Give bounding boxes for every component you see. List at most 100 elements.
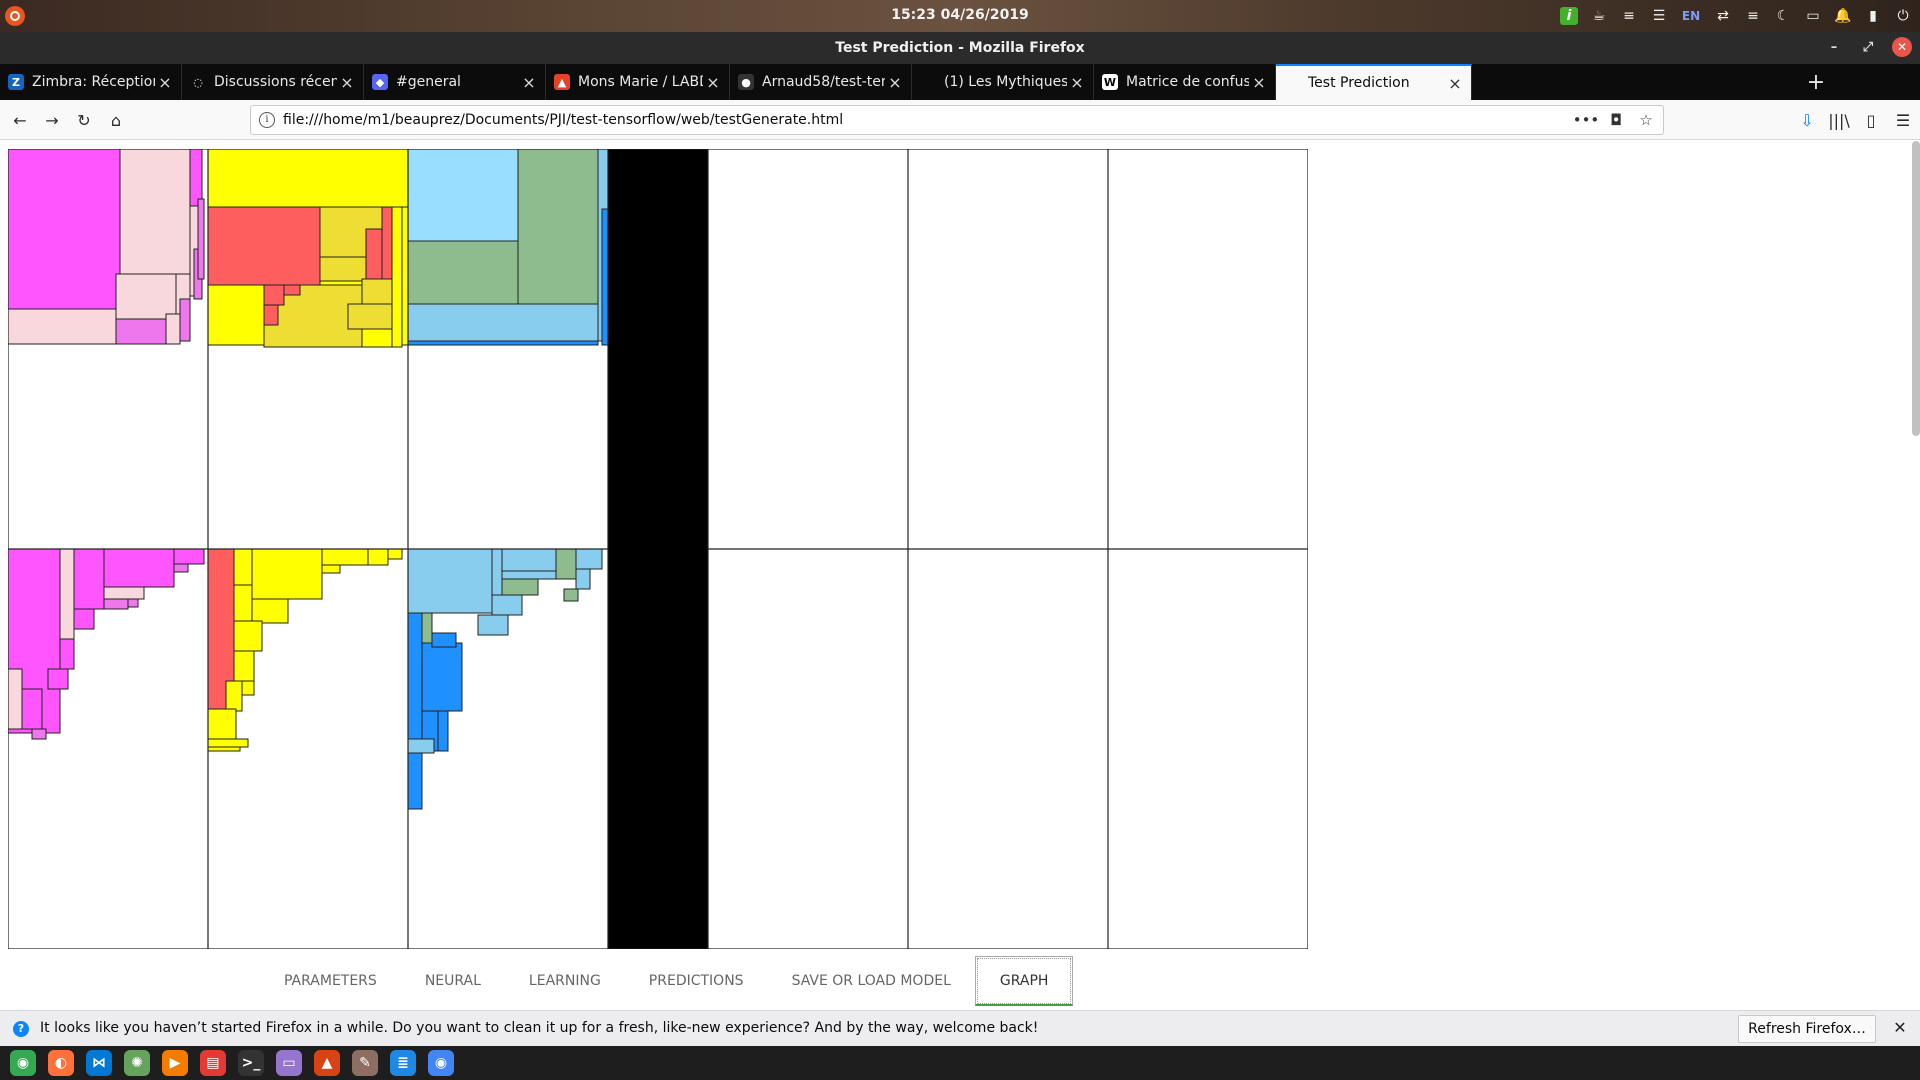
tab-6[interactable]: (1) Les Mythiques + et les Pl×	[912, 64, 1094, 100]
tab-close-icon[interactable]: ×	[337, 73, 357, 92]
atom-app[interactable]: ✺	[124, 1050, 150, 1076]
toolbar-right: ⇩ |||\ ▯ ☰	[1796, 108, 1914, 132]
hamburger-menu-icon[interactable]: ☰	[1892, 108, 1914, 132]
gimp-app[interactable]: ✎	[352, 1050, 378, 1076]
graph-block	[437, 710, 449, 752]
tab-strip: ZZimbra: Réception×◌Discussions récentes…	[0, 64, 1920, 100]
os-clock[interactable]: 15:23 04/26/2019	[880, 7, 1040, 23]
graph-block	[387, 548, 403, 560]
tab-4[interactable]: ▲ Mons Marie / LABD_BEA×	[546, 64, 730, 100]
url-text[interactable]: file:///home/m1/beauprez/Documents/PJI/t…	[283, 112, 843, 128]
bottom-menu: PARAMETERS NEURAL LEARNING PREDICTIONS SAVE …	[260, 956, 1074, 1006]
tab-1[interactable]: Z Zimbra: Réception ×	[0, 64, 182, 100]
menu-item-predictions[interactable]: PREDICTIONS	[625, 956, 768, 1006]
home-button[interactable]: ⌂	[104, 108, 128, 132]
reload-button[interactable]: ↻	[72, 108, 96, 132]
graph-block	[421, 642, 463, 712]
maximize-button[interactable]: ⤢	[1858, 37, 1878, 57]
files-app[interactable]: ▭	[276, 1050, 302, 1076]
terminal-app[interactable]: >_	[238, 1050, 264, 1076]
ubuntu-logo-icon[interactable]	[5, 6, 25, 26]
graph-block	[103, 548, 175, 588]
graph-block	[263, 284, 285, 306]
tab-close-icon[interactable]: ×	[885, 73, 905, 92]
lang-indicator[interactable]: EN	[1680, 7, 1702, 25]
menu-item-save-or-load-model[interactable]: SAVE OR LOAD MODEL	[768, 956, 975, 1006]
tab-5[interactable]: ● Arnaud58/test-tensorflo×	[730, 64, 912, 100]
graph-block	[115, 273, 177, 320]
list-icon[interactable]: ≡	[1620, 7, 1638, 25]
graph-block	[207, 708, 237, 740]
folder-icon[interactable]: ▭	[1804, 7, 1822, 25]
network-icon[interactable]: ⇄	[1714, 7, 1732, 25]
chrome-app[interactable]: ◉	[10, 1050, 36, 1076]
graph-block	[347, 303, 393, 330]
close-window-button[interactable]: ✕	[1892, 37, 1912, 57]
graph-block	[233, 650, 255, 682]
bell-icon[interactable]: 🔔	[1834, 7, 1852, 25]
back-button[interactable]: ←	[8, 108, 32, 132]
menu-item-neural[interactable]: NEURAL	[401, 956, 505, 1006]
photos-app[interactable]: ▲	[314, 1050, 340, 1076]
graph-block	[73, 608, 95, 630]
tab-close-icon[interactable]: ×	[1445, 74, 1465, 93]
graph-block	[8, 668, 23, 730]
download-icon[interactable]: ⇩	[1796, 108, 1818, 132]
graph-block	[381, 206, 393, 290]
pocket-icon[interactable]: ◘	[1607, 110, 1625, 130]
power-icon[interactable]: ⏻	[1894, 7, 1912, 25]
media-player-app[interactable]: ▶	[162, 1050, 188, 1076]
graph-block	[251, 598, 289, 624]
page-content: PARAMETERS NEURAL LEARNING PREDICTIONS SAVE …	[0, 141, 1920, 1010]
graph-block	[119, 149, 191, 275]
graph-block	[555, 548, 577, 580]
graph-block	[321, 564, 341, 574]
tab-close-icon[interactable]: ×	[1067, 73, 1087, 92]
battery-icon[interactable]: ▮	[1864, 7, 1882, 25]
graph-block	[283, 284, 301, 296]
night-light-icon[interactable]: ☾	[1774, 7, 1792, 25]
info-icon[interactable]: i	[1560, 7, 1578, 25]
menu-item-learning[interactable]: LEARNING	[505, 956, 625, 1006]
filter-icon[interactable]: ≡	[1744, 7, 1762, 25]
graph-block	[173, 548, 205, 565]
tab-favicon-icon	[1284, 75, 1300, 91]
new-tab-button[interactable]: +	[1802, 64, 1830, 100]
page-actions-icon[interactable]: •••	[1573, 110, 1600, 130]
tab-close-icon[interactable]: ×	[1249, 73, 1269, 92]
sidebar-icon[interactable]: ▯	[1860, 108, 1882, 132]
graph-block	[115, 318, 167, 345]
forward-button[interactable]: →	[40, 108, 64, 132]
graph-block	[575, 548, 603, 570]
tab-3[interactable]: ◆ #general ×	[364, 64, 546, 100]
tab-2[interactable]: ◌ Discussions récentes — ×	[182, 64, 364, 100]
library-icon[interactable]: |||\	[1828, 108, 1850, 132]
page-scrollbar[interactable]	[1912, 141, 1920, 436]
graph-block	[421, 612, 433, 644]
menu-item-parameters[interactable]: PARAMETERS	[260, 956, 401, 1006]
tab-7[interactable]: W Matrice de confusion — ×	[1094, 64, 1276, 100]
menu-icon[interactable]: ☰	[1650, 7, 1668, 25]
black-column	[607, 149, 709, 949]
bookmark-star-icon[interactable]: ☆	[1637, 110, 1655, 130]
tab-8[interactable]: Test Prediction ×	[1276, 64, 1472, 100]
calendar-app[interactable]: ▤	[200, 1050, 226, 1076]
os-top-bar: 15:23 04/26/2019 i ☕ ≡ ☰ EN ⇄ ≡ ☾ ▭ 🔔 ▮ ⏻	[0, 0, 1920, 32]
graph-block	[365, 228, 383, 280]
firefox-app[interactable]: ◐	[48, 1050, 74, 1076]
tab-close-icon[interactable]: ×	[703, 73, 723, 92]
tab-close-icon[interactable]: ×	[155, 73, 175, 92]
vscode-app[interactable]: ⋈	[86, 1050, 112, 1076]
text-editor-app[interactable]: ≣	[390, 1050, 416, 1076]
site-info-icon[interactable]: i	[259, 112, 275, 128]
refresh-firefox-button[interactable]: Refresh Firefox…	[1738, 1015, 1876, 1043]
tab-favicon-icon: ▲	[554, 74, 570, 90]
chromium-app[interactable]: ◉	[428, 1050, 454, 1076]
tab-label: Zimbra: Réception	[32, 74, 155, 90]
url-bar[interactable]: i file:///home/m1/beauprez/Documents/PJI…	[250, 105, 1664, 135]
minimize-button[interactable]: –	[1824, 37, 1844, 57]
coffee-icon[interactable]: ☕	[1590, 7, 1608, 25]
menu-item-graph[interactable]: GRAPH	[974, 956, 1074, 1006]
tab-close-icon[interactable]: ×	[519, 73, 539, 92]
notification-close-button[interactable]: ✕	[1890, 1018, 1910, 1038]
